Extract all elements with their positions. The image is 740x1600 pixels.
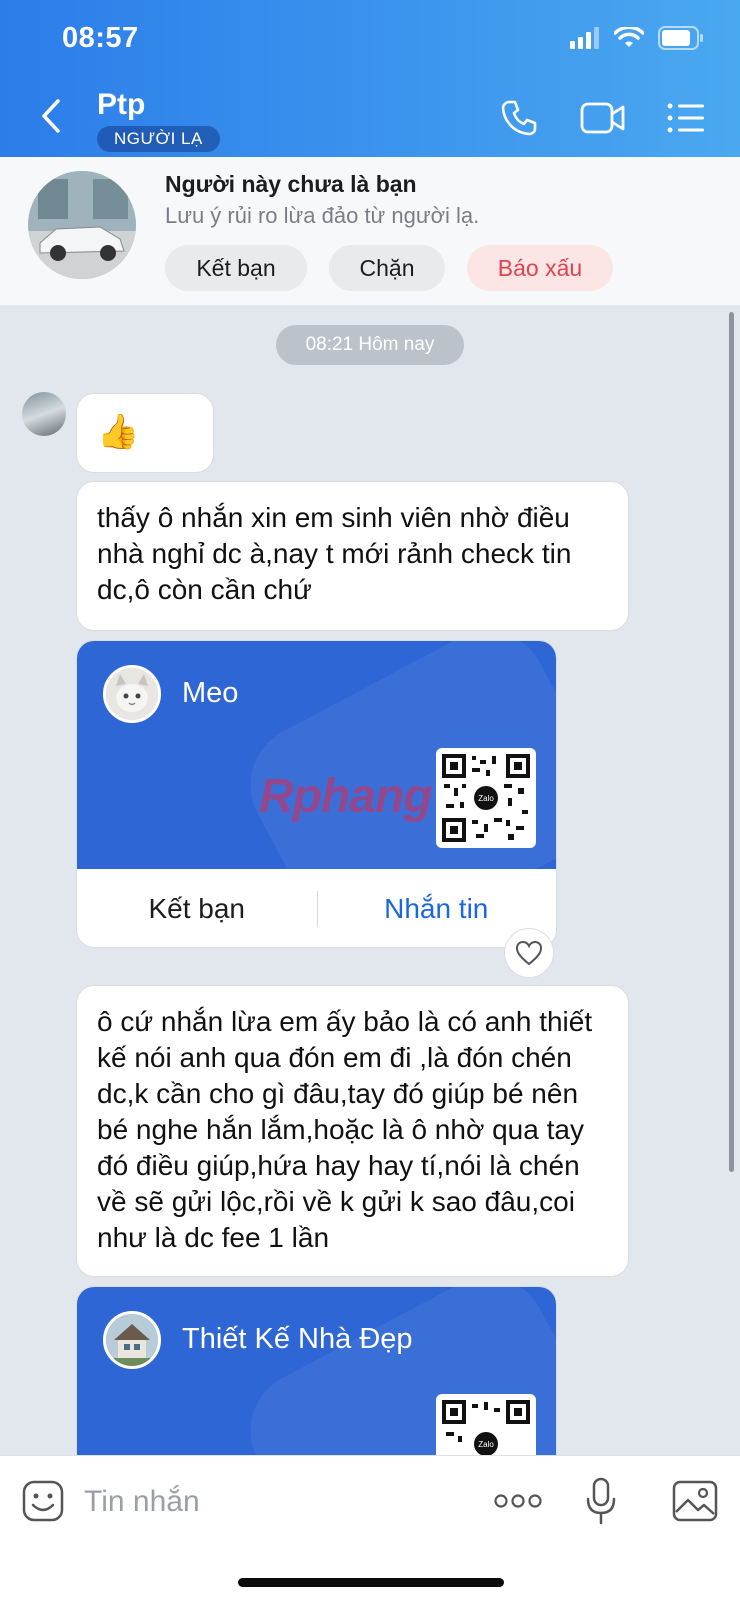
home-indicator: [238, 1578, 504, 1587]
sender-avatar[interactable]: [22, 392, 66, 436]
video-camera-icon: [580, 102, 625, 134]
more-options-button[interactable]: [490, 1476, 546, 1526]
battery-icon: [658, 26, 703, 50]
contact-avatar[interactable]: [28, 171, 136, 279]
message-text: thấy ô nhắn xin em sinh viên nhờ điều nh…: [97, 502, 572, 605]
contact-card-banner: Meo Rphang Zalo: [77, 641, 556, 869]
sticker-button[interactable]: [18, 1476, 68, 1526]
wifi-icon: [614, 27, 644, 47]
card-message-button[interactable]: Nhắn tin: [317, 893, 557, 925]
contact-card-banner: Thiết Kế Nhà Đẹp Zalo: [77, 1287, 556, 1476]
message-text: ô cứ nhắn lừa em ấy bảo là có anh thiết …: [97, 1006, 593, 1253]
card-contact-name: Thiết Kế Nhà Đẹp: [182, 1323, 413, 1355]
contact-name[interactable]: Ptp: [97, 88, 145, 122]
phone-icon: [501, 100, 537, 136]
contact-card[interactable]: Thiết Kế Nhà Đẹp Zalo: [76, 1286, 557, 1476]
house-avatar-icon: [106, 1314, 158, 1366]
cat-avatar-icon: [106, 668, 158, 720]
microphone-icon: [586, 1477, 616, 1525]
qr-zalo-label: Zalo: [478, 794, 494, 803]
qr-zalo-label: Zalo: [478, 1440, 494, 1449]
watermark: Rphang: [259, 770, 433, 823]
car-photo-icon: [28, 171, 136, 279]
menu-button[interactable]: [664, 96, 708, 140]
divider: [317, 891, 318, 927]
signal-icon: [570, 27, 599, 49]
status-time: 08:57: [62, 22, 139, 54]
call-button[interactable]: [497, 96, 541, 140]
card-actions: Kết bạn Nhắn tin: [77, 869, 557, 947]
scrollbar[interactable]: [729, 312, 734, 1172]
photo-button[interactable]: [670, 1476, 720, 1526]
more-dots-icon: [494, 1494, 542, 1508]
message-bubble[interactable]: ô cứ nhắn lừa em ấy bảo là có anh thiết …: [76, 985, 629, 1277]
message-bubble[interactable]: thấy ô nhắn xin em sinh viên nhờ điều nh…: [76, 481, 629, 631]
chat-header: 08:57 Ptp NGƯỜI LẠ: [0, 0, 740, 157]
notice-title: Người này chưa là bạn: [165, 171, 417, 197]
contact-card[interactable]: Meo Rphang Zalo Kết bạn Nhắn tin: [76, 640, 557, 948]
qr-code-icon: Zalo: [442, 754, 530, 842]
notice-subtitle: Lưu ý rủi ro lừa đảo từ người lạ.: [165, 203, 480, 228]
card-avatar: [103, 1311, 161, 1369]
heart-icon: [515, 940, 543, 966]
stranger-badge: NGƯỜI LẠ: [97, 126, 220, 152]
status-icons: [570, 26, 704, 50]
card-add-friend-button[interactable]: Kết bạn: [77, 893, 317, 925]
card-avatar: [103, 665, 161, 723]
smiley-icon: [22, 1480, 64, 1522]
add-friend-button[interactable]: Kết bạn: [165, 245, 307, 291]
list-menu-icon: [667, 103, 704, 133]
chevron-left-icon: [42, 99, 60, 133]
message-input[interactable]: [84, 1478, 464, 1526]
voice-button[interactable]: [576, 1476, 626, 1526]
video-call-button[interactable]: [578, 96, 628, 140]
card-contact-name: Meo: [182, 677, 239, 709]
report-button[interactable]: Báo xấu: [467, 245, 613, 291]
thumbs-up-icon: 👍: [97, 413, 140, 451]
message-bubble-sticker[interactable]: 👍: [76, 393, 214, 473]
block-button[interactable]: Chặn: [329, 245, 445, 291]
image-icon: [672, 1480, 718, 1522]
back-button[interactable]: [36, 96, 66, 136]
stranger-notice: Người này chưa là bạn Lưu ý rủi ro lừa đ…: [0, 157, 740, 305]
qr-code[interactable]: Zalo: [436, 748, 536, 848]
react-button[interactable]: [504, 928, 554, 978]
date-separator: 08:21 Hôm nay: [276, 325, 464, 365]
